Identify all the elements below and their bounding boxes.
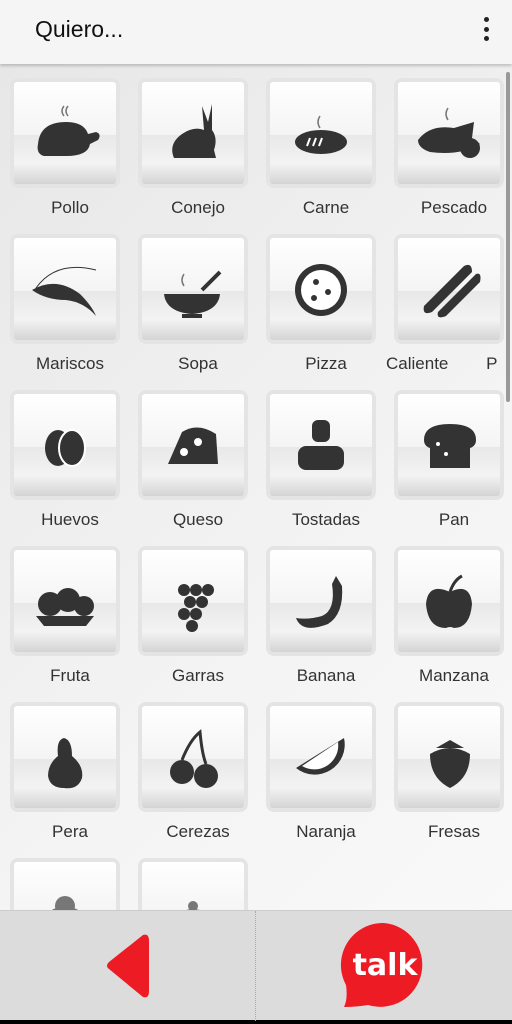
ice-cream-icon (52, 896, 78, 910)
item-label: Cerezas (166, 822, 230, 841)
item-label: Pollo (51, 198, 89, 217)
item-label: Fruta (50, 666, 90, 685)
steak-icon (295, 115, 347, 154)
grid-item-carne[interactable]: Carne (262, 64, 382, 217)
item-label: Pera (52, 822, 88, 841)
item-grid: Pollo Conejo Carne Pescado Mariscos Sopa Pizza… (0, 64, 512, 910)
item-tile[interactable] (10, 702, 120, 812)
item-tile[interactable] (138, 234, 248, 344)
grid-item-caliente[interactable]: Caliente P (386, 220, 510, 373)
item-tile[interactable] (10, 858, 120, 910)
scrollbar[interactable] (506, 72, 510, 402)
grid-item-queso[interactable]: Queso (134, 376, 254, 529)
grid-item-pollo[interactable]: Pollo (6, 64, 126, 217)
item-tile[interactable] (138, 702, 248, 812)
item-tile[interactable] (394, 234, 504, 344)
grid-item-pizza[interactable]: Pizza (262, 220, 382, 373)
item-tile[interactable] (138, 546, 248, 656)
item-tile[interactable] (266, 78, 376, 188)
app-bar: Quiero... (0, 0, 512, 64)
item-label: Sopa (178, 354, 218, 373)
item-label: Banana (296, 666, 356, 685)
back-arrow-icon (106, 934, 149, 998)
grid-item-garras[interactable]: Garras (134, 532, 254, 685)
item-label: Garras (172, 666, 224, 685)
grid-item-huevos[interactable]: Huevos (6, 376, 126, 529)
grid-item-mariscos[interactable]: Mariscos (6, 220, 126, 373)
grid-item-conejo[interactable]: Conejo (134, 64, 254, 217)
item-label: Manzana (419, 666, 489, 685)
talk-button[interactable]: talk (256, 911, 511, 1021)
grid-item-pescado[interactable]: Pescado (390, 64, 510, 217)
item-label: Pan (438, 510, 470, 529)
grid-item-pan[interactable]: Pan (390, 376, 510, 529)
hotdog-icon (423, 264, 481, 318)
back-button[interactable] (0, 911, 255, 1021)
item-label: Pescado (420, 198, 488, 217)
pear-icon (48, 738, 83, 789)
cheese-icon (168, 427, 218, 464)
rabbit-icon (172, 104, 216, 158)
item-tile[interactable] (138, 858, 248, 910)
roast-chicken-icon (37, 105, 100, 156)
cherries-icon (170, 729, 218, 788)
grid-item-cerezas[interactable]: Cerezas (134, 688, 254, 841)
fish-icon (418, 107, 480, 158)
grid-item-banana[interactable]: Banana (262, 532, 382, 685)
item-tile[interactable] (10, 78, 120, 188)
item-label: Naranja (296, 822, 356, 841)
item-label: Queso (172, 510, 224, 529)
item-label: Tostadas (291, 510, 361, 529)
grid-item-pera[interactable]: Pera (6, 688, 126, 841)
item-tile[interactable] (394, 390, 504, 500)
item-label: Caliente P (386, 354, 498, 373)
pizza-icon (295, 264, 347, 316)
shrimp-icon (32, 266, 97, 316)
grid-item-fresas[interactable]: Fresas (390, 688, 510, 841)
item-label: Carne (302, 198, 350, 217)
eggs-icon (45, 429, 86, 467)
grid-item-manzana[interactable]: Manzana (390, 532, 510, 685)
cloche-icon (186, 901, 200, 910)
item-tile[interactable] (266, 702, 376, 812)
fruit-bowl-icon (36, 588, 94, 626)
apple-icon (426, 574, 472, 628)
strawberry-icon (430, 740, 470, 788)
item-label: Mariscos (35, 354, 104, 373)
talk-logo-icon: talk (340, 922, 422, 1007)
grapes-icon (178, 584, 214, 632)
grid-item-item-20[interactable] (6, 844, 126, 910)
item-tile[interactable] (10, 546, 120, 656)
item-tile[interactable] (266, 546, 376, 656)
grid-item-naranja[interactable]: Naranja (262, 688, 382, 841)
item-tile[interactable] (266, 390, 376, 500)
grid-item-sopa[interactable]: Sopa (134, 220, 254, 373)
item-tile[interactable] (394, 702, 504, 812)
bottom-bar: talk (0, 910, 512, 1021)
item-tile[interactable] (138, 78, 248, 188)
banana-icon (296, 576, 343, 628)
grid-item-item-21[interactable] (134, 844, 254, 910)
soup-icon (164, 270, 222, 318)
page-title: Quiero... (35, 16, 124, 42)
more-vert-icon[interactable] (482, 17, 490, 41)
item-tile[interactable] (10, 234, 120, 344)
item-label: Fresas (428, 822, 480, 841)
talk-label: talk (352, 948, 418, 983)
bread-icon (424, 424, 476, 468)
item-tile[interactable] (394, 546, 504, 656)
grid-item-tostadas[interactable]: Tostadas (262, 376, 382, 529)
item-label: Conejo (171, 198, 225, 217)
grid-item-fruta[interactable]: Fruta (6, 532, 126, 685)
item-tile[interactable] (138, 390, 248, 500)
item-label: Huevos (41, 510, 99, 529)
item-tile[interactable] (266, 234, 376, 344)
item-tile[interactable] (10, 390, 120, 500)
item-label: Pizza (305, 354, 347, 373)
toaster-icon (298, 420, 344, 470)
item-tile[interactable] (394, 78, 504, 188)
orange-slice-icon (296, 738, 345, 775)
